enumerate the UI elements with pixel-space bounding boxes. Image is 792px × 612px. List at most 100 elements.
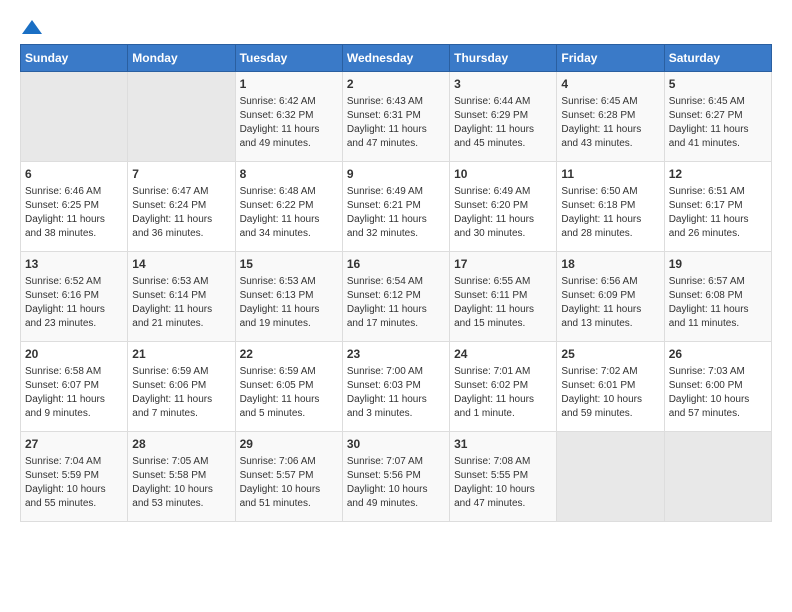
day-number: 14 bbox=[132, 256, 230, 273]
day-number: 29 bbox=[240, 436, 338, 453]
calendar-cell: 24 Sunrise: 7:01 AMSunset: 6:02 PMDayligh… bbox=[450, 342, 557, 432]
calendar-cell: 22Sunrise: 6:59 AMSunset: 6:05 PMDayligh… bbox=[235, 342, 342, 432]
logo bbox=[20, 20, 42, 34]
day-number: 27 bbox=[25, 436, 123, 453]
day-number: 1 bbox=[240, 76, 338, 93]
day-number: 18 bbox=[561, 256, 659, 273]
cell-sun-info: Sunrise: 6:49 AMSunset: 6:20 PMDaylight:… bbox=[454, 185, 552, 241]
cell-sun-info: Sunrise: 6:50 AMSunset: 6:18 PMDaylight:… bbox=[561, 185, 659, 241]
cell-sun-info: Sunrise: 6:47 AMSunset: 6:24 PMDaylight:… bbox=[132, 185, 230, 241]
calendar-cell: 15Sunrise: 6:53 AMSunset: 6:13 PMDayligh… bbox=[235, 252, 342, 342]
cell-sun-info: Sunrise: 7:03 AMSunset: 6:00 PMDaylight:… bbox=[669, 365, 767, 421]
calendar-cell: 6Sunrise: 6:46 AMSunset: 6:25 PMDaylight… bbox=[21, 162, 128, 252]
week-row-1: 1Sunrise: 6:42 AMSunset: 6:32 PMDaylight… bbox=[21, 72, 772, 162]
day-number: 5 bbox=[669, 76, 767, 93]
day-number: 8 bbox=[240, 166, 338, 183]
calendar-cell: 4 Sunrise: 6:45 AMSunset: 6:28 PMDaylight… bbox=[557, 72, 664, 162]
day-number: 2 bbox=[347, 76, 445, 93]
cell-sun-info: Sunrise: 7:00 AMSunset: 6:03 PMDaylight:… bbox=[347, 365, 445, 421]
calendar-cell: 25 Sunrise: 7:02 AMSunset: 6:01 PMDayligh… bbox=[557, 342, 664, 432]
calendar-cell: 9Sunrise: 6:49 AMSunset: 6:21 PMDaylight… bbox=[342, 162, 449, 252]
calendar-cell: 28 Sunrise: 7:05 AMSunset: 5:58 PMDayligh… bbox=[128, 432, 235, 522]
header-saturday: Saturday bbox=[664, 45, 771, 72]
cell-sun-info: Sunrise: 6:45 AMSunset: 6:27 PMDaylight:… bbox=[669, 95, 767, 151]
calendar-cell: 8 Sunrise: 6:48 AMSunset: 6:22 PMDaylight… bbox=[235, 162, 342, 252]
calendar-table: SundayMondayTuesdayWednesdayThursdayFrid… bbox=[20, 44, 772, 522]
calendar-cell: 13Sunrise: 6:52 AMSunset: 6:16 PMDayligh… bbox=[21, 252, 128, 342]
calendar-cell: 30 Sunrise: 7:07 AMSunset: 5:56 PMDayligh… bbox=[342, 432, 449, 522]
cell-sun-info: Sunrise: 6:45 AMSunset: 6:28 PMDaylight:… bbox=[561, 95, 659, 151]
cell-sun-info: Sunrise: 6:55 AMSunset: 6:11 PMDaylight:… bbox=[454, 275, 552, 331]
cell-sun-info: Sunrise: 7:06 AMSunset: 5:57 PMDaylight:… bbox=[240, 455, 338, 511]
cell-sun-info: Sunrise: 6:51 AMSunset: 6:17 PMDaylight:… bbox=[669, 185, 767, 241]
calendar-cell bbox=[557, 432, 664, 522]
cell-sun-info: Sunrise: 7:04 AMSunset: 5:59 PMDaylight:… bbox=[25, 455, 123, 511]
page-header bbox=[20, 20, 772, 34]
week-row-4: 20 Sunrise: 6:58 AMSunset: 6:07 PMDayligh… bbox=[21, 342, 772, 432]
calendar-header-row: SundayMondayTuesdayWednesdayThursdayFrid… bbox=[21, 45, 772, 72]
cell-sun-info: Sunrise: 6:53 AMSunset: 6:13 PMDaylight:… bbox=[240, 275, 338, 331]
calendar-cell: 18 Sunrise: 6:56 AMSunset: 6:09 PMDayligh… bbox=[557, 252, 664, 342]
calendar-cell: 1Sunrise: 6:42 AMSunset: 6:32 PMDaylight… bbox=[235, 72, 342, 162]
cell-sun-info: Sunrise: 6:58 AMSunset: 6:07 PMDaylight:… bbox=[25, 365, 123, 421]
day-number: 16 bbox=[347, 256, 445, 273]
cell-sun-info: Sunrise: 6:53 AMSunset: 6:14 PMDaylight:… bbox=[132, 275, 230, 331]
calendar-cell bbox=[128, 72, 235, 162]
cell-sun-info: Sunrise: 6:44 AMSunset: 6:29 PMDaylight:… bbox=[454, 95, 552, 151]
week-row-5: 27 Sunrise: 7:04 AMSunset: 5:59 PMDayligh… bbox=[21, 432, 772, 522]
day-number: 3 bbox=[454, 76, 552, 93]
cell-sun-info: Sunrise: 6:52 AMSunset: 6:16 PMDaylight:… bbox=[25, 275, 123, 331]
header-tuesday: Tuesday bbox=[235, 45, 342, 72]
day-number: 17 bbox=[454, 256, 552, 273]
cell-sun-info: Sunrise: 6:57 AMSunset: 6:08 PMDaylight:… bbox=[669, 275, 767, 331]
cell-sun-info: Sunrise: 7:01 AMSunset: 6:02 PMDaylight:… bbox=[454, 365, 552, 421]
cell-sun-info: Sunrise: 7:07 AMSunset: 5:56 PMDaylight:… bbox=[347, 455, 445, 511]
calendar-cell: 10Sunrise: 6:49 AMSunset: 6:20 PMDayligh… bbox=[450, 162, 557, 252]
cell-sun-info: Sunrise: 7:05 AMSunset: 5:58 PMDaylight:… bbox=[132, 455, 230, 511]
cell-sun-info: Sunrise: 7:02 AMSunset: 6:01 PMDaylight:… bbox=[561, 365, 659, 421]
header-sunday: Sunday bbox=[21, 45, 128, 72]
day-number: 31 bbox=[454, 436, 552, 453]
day-number: 7 bbox=[132, 166, 230, 183]
day-number: 24 bbox=[454, 346, 552, 363]
calendar-cell bbox=[21, 72, 128, 162]
day-number: 25 bbox=[561, 346, 659, 363]
calendar-cell: 14 Sunrise: 6:53 AMSunset: 6:14 PMDayligh… bbox=[128, 252, 235, 342]
calendar-cell: 12 Sunrise: 6:51 AMSunset: 6:17 PMDayligh… bbox=[664, 162, 771, 252]
day-number: 21 bbox=[132, 346, 230, 363]
cell-sun-info: Sunrise: 6:56 AMSunset: 6:09 PMDaylight:… bbox=[561, 275, 659, 331]
calendar-cell bbox=[664, 432, 771, 522]
day-number: 30 bbox=[347, 436, 445, 453]
day-number: 9 bbox=[347, 166, 445, 183]
day-number: 23 bbox=[347, 346, 445, 363]
calendar-cell: 20 Sunrise: 6:58 AMSunset: 6:07 PMDayligh… bbox=[21, 342, 128, 432]
calendar-cell: 16 Sunrise: 6:54 AMSunset: 6:12 PMDayligh… bbox=[342, 252, 449, 342]
calendar-cell: 2 Sunrise: 6:43 AMSunset: 6:31 PMDaylight… bbox=[342, 72, 449, 162]
calendar-cell: 27 Sunrise: 7:04 AMSunset: 5:59 PMDayligh… bbox=[21, 432, 128, 522]
cell-sun-info: Sunrise: 6:59 AMSunset: 6:05 PMDaylight:… bbox=[240, 365, 338, 421]
day-number: 19 bbox=[669, 256, 767, 273]
calendar-cell: 5 Sunrise: 6:45 AMSunset: 6:27 PMDaylight… bbox=[664, 72, 771, 162]
day-number: 4 bbox=[561, 76, 659, 93]
cell-sun-info: Sunrise: 6:46 AMSunset: 6:25 PMDaylight:… bbox=[25, 185, 123, 241]
logo-icon bbox=[22, 20, 42, 34]
calendar-cell: 31 Sunrise: 7:08 AMSunset: 5:55 PMDayligh… bbox=[450, 432, 557, 522]
cell-sun-info: Sunrise: 6:54 AMSunset: 6:12 PMDaylight:… bbox=[347, 275, 445, 331]
header-wednesday: Wednesday bbox=[342, 45, 449, 72]
cell-sun-info: Sunrise: 6:43 AMSunset: 6:31 PMDaylight:… bbox=[347, 95, 445, 151]
cell-sun-info: Sunrise: 6:59 AMSunset: 6:06 PMDaylight:… bbox=[132, 365, 230, 421]
calendar-cell: 23 Sunrise: 7:00 AMSunset: 6:03 PMDayligh… bbox=[342, 342, 449, 432]
calendar-cell: 29 Sunrise: 7:06 AMSunset: 5:57 PMDayligh… bbox=[235, 432, 342, 522]
calendar-cell: 11Sunrise: 6:50 AMSunset: 6:18 PMDayligh… bbox=[557, 162, 664, 252]
day-number: 28 bbox=[132, 436, 230, 453]
calendar-cell: 26 Sunrise: 7:03 AMSunset: 6:00 PMDayligh… bbox=[664, 342, 771, 432]
header-friday: Friday bbox=[557, 45, 664, 72]
calendar-cell: 19 Sunrise: 6:57 AMSunset: 6:08 PMDayligh… bbox=[664, 252, 771, 342]
calendar-cell: 3 Sunrise: 6:44 AMSunset: 6:29 PMDaylight… bbox=[450, 72, 557, 162]
day-number: 12 bbox=[669, 166, 767, 183]
day-number: 26 bbox=[669, 346, 767, 363]
cell-sun-info: Sunrise: 7:08 AMSunset: 5:55 PMDaylight:… bbox=[454, 455, 552, 511]
header-monday: Monday bbox=[128, 45, 235, 72]
cell-sun-info: Sunrise: 6:48 AMSunset: 6:22 PMDaylight:… bbox=[240, 185, 338, 241]
day-number: 20 bbox=[25, 346, 123, 363]
